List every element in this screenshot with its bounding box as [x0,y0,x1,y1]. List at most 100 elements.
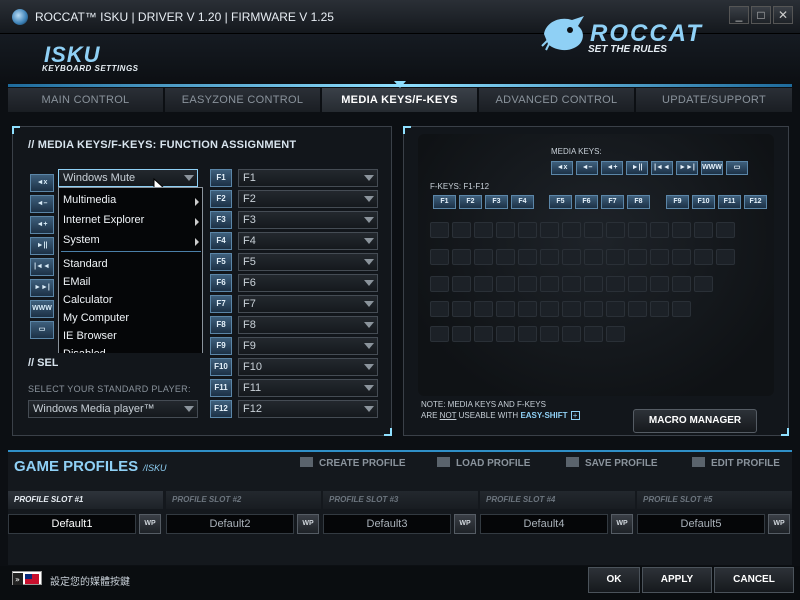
f6-function-select[interactable]: F6 [238,274,378,292]
www-key-icon[interactable]: WWW [30,300,54,318]
f2-key-label: F2 [210,190,232,208]
f4-function-select[interactable]: F4 [238,232,378,250]
cancel-button[interactable]: CANCEL [714,567,794,593]
menu-item-internet-explorer[interactable]: Internet Explorer [63,214,144,226]
save-profile-button[interactable]: SAVE PROFILE [566,457,658,469]
load-profile-button[interactable]: LOAD PROFILE [437,457,530,469]
mute-key-icon[interactable]: ◄x [30,174,54,192]
window-title: ROCCAT™ ISKU | DRIVER V 1.20 | FIRMWARE … [35,10,334,24]
create-profile-button[interactable]: CREATE PROFILE [300,457,405,469]
keyboard-key [672,301,691,317]
menu-item-my-computer[interactable]: My Computer [63,312,129,324]
f8-function-select[interactable]: F8 [238,316,378,334]
f10-function-select[interactable]: F10 [238,358,378,376]
f10-key-label: F10 [210,358,232,376]
profile-slot-2-name[interactable]: Default2 [166,514,294,534]
close-button[interactable]: ✕ [773,6,793,24]
profile-slot-1-header[interactable]: PROFILE SLOT #1 [8,491,163,509]
keyboard-key [430,222,449,238]
save-profile-label: SAVE PROFILE [585,458,658,469]
f11-function-select[interactable]: F11 [238,379,378,397]
profile-slot-4-header[interactable]: PROFILE SLOT #4 [480,491,635,509]
minimize-button[interactable]: _ [729,6,749,24]
menu-separator [61,251,201,252]
keyboard-key [628,222,647,238]
keyboard-key [540,222,559,238]
keyboard-key [694,222,713,238]
f11-key-label: F11 [210,379,232,397]
keyboard-media-key: WWW [701,161,723,175]
previous-track-key-icon[interactable]: |◄◄ [30,258,54,276]
profile-slot-4-wp-button[interactable]: WP [611,514,633,534]
chevron-down-icon [364,322,374,328]
menu-item-calculator[interactable]: Calculator [63,294,113,306]
easy-shift-plus-icon: + [570,411,580,420]
keyboard-key [474,249,493,265]
profile-slot-3-header[interactable]: PROFILE SLOT #3 [323,491,478,509]
menu-item-ie-browser[interactable]: IE Browser [63,330,117,342]
restore-button[interactable]: □ [751,6,771,24]
next-track-key-icon[interactable]: ►►| [30,279,54,297]
profile-slot-2-header[interactable]: PROFILE SLOT #2 [166,491,321,509]
keyboard-key [496,326,515,342]
profile-slot-1-wp-button[interactable]: WP [139,514,161,534]
play-pause-key-icon[interactable]: ►|| [30,237,54,255]
panel-corner [403,126,411,134]
keyboard-key [496,276,515,292]
keyboard-media-key: ◄x [551,161,573,175]
f7-function-select[interactable]: F7 [238,295,378,313]
menu-item-multimedia[interactable]: Multimedia [63,194,116,206]
profile-slot-2-wp-button[interactable]: WP [297,514,319,534]
note-line-2: ARE NOT USEABLE WITH EASY-SHIFT + [421,411,580,420]
f3-function-select[interactable]: F3 [238,211,378,229]
keyboard-key [672,222,691,238]
profile-slot-4-name[interactable]: Default4 [480,514,608,534]
keyboard-f-key: F6 [575,195,598,209]
volume-up-key-icon[interactable]: ◄+ [30,216,54,234]
f9-function-select[interactable]: F9 [238,337,378,355]
active-tab-caret-icon [394,81,406,88]
keyboard-key [584,301,603,317]
keyboard-key [452,326,471,342]
f12-function-select[interactable]: F12 [238,400,378,418]
chevron-down-icon [364,343,374,349]
mute-function-select[interactable]: Windows Mute [58,169,198,187]
keyboard-key [672,249,691,265]
apply-button[interactable]: APPLY [642,567,712,593]
submenu-arrow-icon [195,198,199,206]
tab-update-support[interactable]: UPDATE/SUPPORT [636,88,792,112]
chevron-down-icon [184,175,194,181]
tab-main-control[interactable]: MAIN CONTROL [8,88,163,112]
macro-manager-button[interactable]: MACRO MANAGER [633,409,757,433]
tab-bar: MAIN CONTROL EASYZONE CONTROL MEDIA KEYS… [8,88,792,112]
profile-slot-5-name[interactable]: Default5 [637,514,765,534]
my-computer-key-icon[interactable]: ▭ [30,321,54,339]
menu-item-system[interactable]: System [63,234,100,246]
keyboard-key [650,249,669,265]
profile-slot-5-header[interactable]: PROFILE SLOT #5 [637,491,792,509]
tab-media-keys-f-keys[interactable]: MEDIA KEYS/F-KEYS [322,88,477,112]
mute-function-value: Windows Mute [63,172,136,184]
profile-slot-3-wp-button[interactable]: WP [454,514,476,534]
keyboard-key [562,301,581,317]
language-flag-icon[interactable]: » [12,571,42,585]
volume-down-key-icon[interactable]: ◄– [30,195,54,213]
keyboard-key [430,249,449,265]
f1-function-select[interactable]: F1 [238,169,378,187]
menu-item-standard[interactable]: Standard [63,258,108,270]
keyboard-key [606,276,625,292]
tab-advanced-control[interactable]: ADVANCED CONTROL [479,88,634,112]
f5-function-select[interactable]: F5 [238,253,378,271]
tab-easyzone-control[interactable]: EASYZONE CONTROL [165,88,320,112]
profile-slot-5-wp-button[interactable]: WP [768,514,790,534]
keyboard-key [716,222,735,238]
keyboard-key [628,276,647,292]
standard-player-select[interactable]: Windows Media player™ [28,400,198,418]
ok-button[interactable]: OK [588,567,640,593]
submenu-arrow-icon [195,218,199,226]
menu-item-email[interactable]: EMail [63,276,91,288]
edit-profile-button[interactable]: EDIT PROFILE [692,457,780,469]
profile-slot-1-name[interactable]: Default1 [8,514,136,534]
profile-slot-3-name[interactable]: Default3 [323,514,451,534]
f2-function-select[interactable]: F2 [238,190,378,208]
